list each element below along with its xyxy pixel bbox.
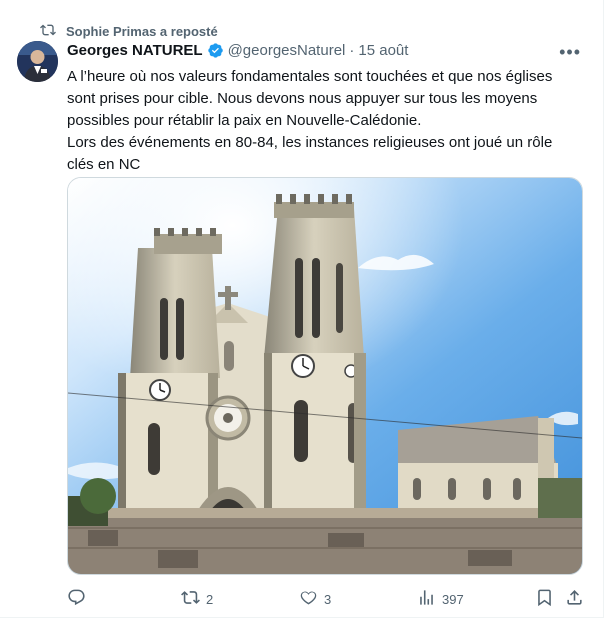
avatar[interactable] <box>17 41 58 82</box>
author-name[interactable]: Georges NATUREL <box>67 42 203 59</box>
tweet-paragraph: Lors des événements en 80-84, les instan… <box>67 134 553 173</box>
tweet-date[interactable]: 15 août <box>358 42 408 59</box>
repost-icon <box>181 588 200 610</box>
bookmark-icon <box>535 588 554 610</box>
views-button[interactable]: 397 <box>417 588 464 610</box>
repost-icon <box>40 22 56 41</box>
tweet-text: A l’heure où nos valeurs fondamentales s… <box>67 66 577 176</box>
heart-icon <box>299 588 318 610</box>
repost-label[interactable]: Sophie Primas a reposté <box>66 24 218 39</box>
like-count: 3 <box>324 591 332 607</box>
reply-icon <box>67 588 86 610</box>
analytics-icon <box>417 588 436 610</box>
repost-indicator[interactable]: Sophie Primas a reposté <box>40 22 218 41</box>
views-count: 397 <box>442 591 464 607</box>
repost-count: 2 <box>206 591 214 607</box>
verified-badge-icon[interactable] <box>207 42 224 59</box>
reply-button[interactable] <box>67 588 92 610</box>
author-handle[interactable]: @georgesNaturel <box>228 42 346 59</box>
tweet-card[interactable]: Sophie Primas a reposté Georges NATUREL … <box>0 0 604 618</box>
repost-button[interactable]: 2 <box>181 588 213 610</box>
like-button[interactable]: 3 <box>299 588 331 610</box>
more-options-icon[interactable]: ••• <box>559 42 581 63</box>
tweet-actions: 2 3 397 <box>67 588 587 610</box>
share-button[interactable] <box>565 588 584 610</box>
tweet-header: Georges NATUREL @georgesNaturel · 15 aoû… <box>67 42 408 59</box>
separator-dot: · <box>349 42 355 59</box>
cathedral-photo <box>68 178 582 574</box>
tweet-paragraph: A l’heure où nos valeurs fondamentales s… <box>67 68 553 129</box>
bookmark-button[interactable] <box>535 588 554 610</box>
tweet-photo[interactable] <box>67 177 583 575</box>
share-icon <box>565 588 584 610</box>
